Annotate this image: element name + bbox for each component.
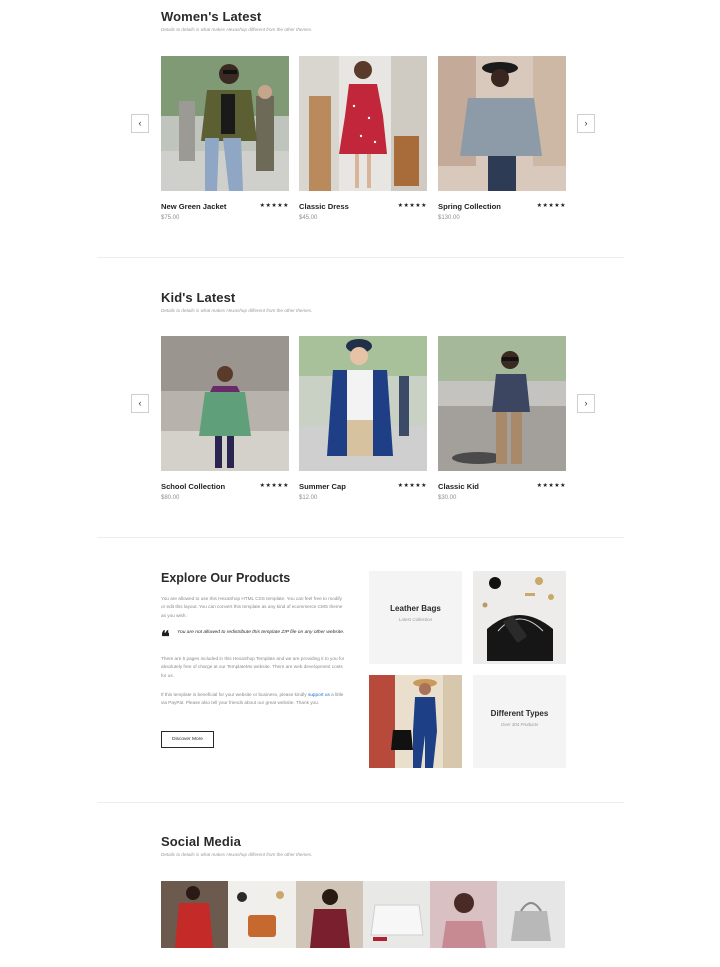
product-image-green-jacket[interactable] [161, 56, 289, 191]
product-image-classic-kid[interactable] [438, 336, 566, 471]
product-name[interactable]: Classic Kid [438, 482, 479, 491]
explore-body-text: There are 5 pages included in this HexaS… [161, 656, 345, 678]
product-card-classic-dress[interactable]: Classic Dress ★★★★★ $45.00 [299, 56, 427, 221]
product-name[interactable]: Summer Cap [299, 482, 346, 491]
tile-different-types[interactable]: Different Types Over 304 Products [473, 675, 566, 768]
social-image-4[interactable] [362, 881, 431, 948]
womens-prev-arrow-icon[interactable]: ‹ [131, 114, 149, 133]
tile-title: Different Types [490, 709, 549, 718]
social-section-subtitle: Details to details is what makes Hexasho… [161, 852, 313, 857]
product-name[interactable]: School Collection [161, 482, 225, 491]
section-divider [97, 257, 624, 258]
discover-more-button[interactable]: Discover More [161, 731, 214, 748]
product-price: $45.00 [299, 215, 318, 221]
social-image-3[interactable] [295, 881, 363, 948]
rating-stars: ★★★★★ [536, 203, 566, 209]
social-section-title: Social Media [161, 834, 241, 849]
product-price: $12.00 [299, 495, 318, 501]
product-price: $30.00 [438, 495, 457, 501]
womens-section-title: Women's Latest [161, 9, 262, 24]
product-card-classic-kid[interactable]: Classic Kid ★★★★★ $30.00 [438, 336, 566, 501]
product-card-school-collection[interactable]: School Collection ★★★★★ $80.00 [161, 336, 289, 501]
explore-title: Explore Our Products [161, 571, 291, 585]
kids-section-subtitle: Details to details is what makes Hexasho… [161, 308, 313, 313]
explore-support-text: If this template is beneficial for your … [161, 691, 346, 708]
rating-stars: ★★★★★ [536, 483, 566, 489]
womens-next-arrow-icon[interactable]: › [577, 114, 595, 133]
rating-stars: ★★★★★ [397, 483, 427, 489]
product-card-green-jacket[interactable]: New Green Jacket ★★★★★ $75.00 [161, 56, 289, 221]
product-image-summer-cap[interactable] [299, 336, 427, 471]
rating-stars: ★★★★★ [259, 483, 289, 489]
womens-section-subtitle: Details to details is what makes Hexasho… [161, 27, 313, 32]
product-name[interactable]: Classic Dress [299, 202, 349, 211]
product-name[interactable]: Spring Collection [438, 202, 501, 211]
quote-text: You are not allowed to redistribute this… [177, 630, 345, 635]
social-image-1[interactable] [161, 881, 229, 948]
social-media-gallery [161, 881, 565, 948]
tile-title: Leather Bags [390, 604, 441, 613]
product-price: $75.00 [161, 215, 180, 221]
social-image-6[interactable] [497, 881, 565, 948]
kids-next-arrow-icon[interactable]: › [577, 394, 595, 413]
product-card-spring-collection[interactable]: Spring Collection ★★★★★ $130.00 [438, 56, 566, 221]
support-us-link[interactable]: support us [308, 692, 330, 697]
social-image-5[interactable] [430, 881, 498, 948]
explore-intro-text: You are allowed to use this HexaShop HTM… [161, 596, 343, 618]
support-text-before: If this template is beneficial for your … [161, 692, 307, 697]
product-price: $80.00 [161, 495, 180, 501]
kids-section-title: Kid's Latest [161, 290, 236, 305]
product-image-school-collection[interactable] [161, 336, 289, 471]
social-image-2[interactable] [228, 881, 296, 948]
tile-woman-with-bag-image[interactable] [369, 675, 462, 768]
tile-bag-accessories-image[interactable] [473, 571, 566, 664]
product-image-spring-collection[interactable] [438, 56, 566, 191]
product-price: $130.00 [438, 215, 460, 221]
section-divider [97, 537, 624, 538]
section-divider [97, 802, 624, 803]
product-card-summer-cap[interactable]: Summer Cap ★★★★★ $12.00 [299, 336, 427, 501]
rating-stars: ★★★★★ [259, 203, 289, 209]
tile-subtitle: Over 304 Products [500, 722, 539, 727]
rating-stars: ★★★★★ [397, 203, 427, 209]
quote-icon: ❝ [161, 627, 170, 646]
tile-subtitle: Latest Collection [398, 617, 433, 622]
kids-prev-arrow-icon[interactable]: ‹ [131, 394, 149, 413]
product-name[interactable]: New Green Jacket [161, 202, 226, 211]
product-image-classic-dress[interactable] [299, 56, 427, 191]
tile-leather-bags[interactable]: Leather Bags Latest Collection [369, 571, 462, 664]
